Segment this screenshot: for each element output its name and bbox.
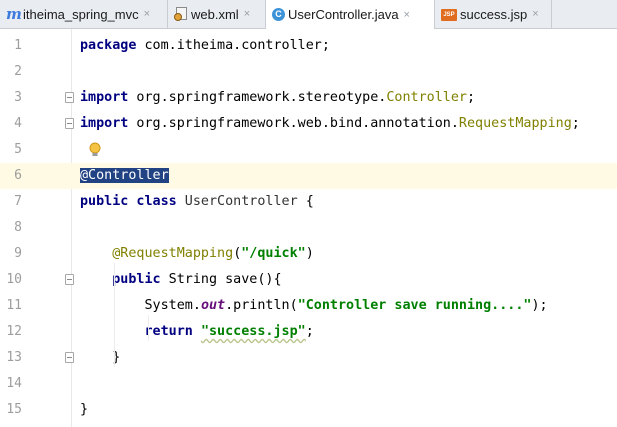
module-icon: m (6, 5, 22, 23)
code-line[interactable]: 11 System.out.println("Controller save r… (0, 293, 617, 319)
code-token: import (80, 90, 129, 105)
close-icon[interactable]: × (144, 8, 150, 20)
code-line[interactable]: 4 import org.springframework.web.bind.ann… (0, 111, 617, 137)
code-token: ) (305, 246, 314, 261)
intention-bulb-icon[interactable] (88, 140, 102, 160)
code-token: { (305, 194, 314, 209)
code-token: import (80, 116, 129, 131)
code-token: String save(){ (160, 272, 282, 287)
tab-web-xml[interactable]: web.xml × (168, 0, 266, 28)
fold-marker-icon[interactable] (65, 274, 74, 285)
close-icon[interactable]: × (404, 9, 410, 21)
code-token: public (112, 272, 161, 287)
code-line[interactable]: 10 public String save(){ (0, 267, 617, 293)
line-number: 3 (14, 90, 22, 105)
code-token: org.springframework.stereotype. (128, 90, 387, 105)
line-number: 13 (6, 350, 22, 365)
line-number: 15 (6, 402, 22, 417)
code-text: } (80, 397, 88, 423)
code-text: @Controller (80, 163, 169, 189)
code-line[interactable]: 8 (0, 215, 617, 241)
code-line[interactable]: 14 (0, 371, 617, 397)
code-text: @RequestMapping("/quick") (80, 241, 314, 267)
code-token: "/quick" (241, 246, 306, 261)
code-token: org.springframework.web.bind.annotation. (128, 116, 459, 131)
selected-token: @Controller (80, 168, 169, 183)
line-number: 4 (14, 116, 22, 131)
line-number: 5 (14, 142, 22, 157)
code-token: Controller (386, 90, 467, 105)
close-icon[interactable]: × (244, 8, 250, 20)
tab-success-jsp[interactable]: JSP success.jsp × (435, 0, 552, 28)
code-token: out (200, 298, 226, 313)
line-number: 9 (14, 246, 22, 261)
code-text: import org.springframework.web.bind.anno… (80, 111, 580, 137)
code-token: ; (466, 90, 476, 105)
code-token: ; (571, 116, 580, 131)
java-class-icon: C (272, 8, 285, 21)
line-number: 6 (14, 168, 22, 183)
line-number: 12 (6, 324, 22, 339)
line-number: 10 (6, 272, 22, 287)
code-token: package (80, 38, 137, 53)
close-icon[interactable]: × (532, 8, 538, 20)
code-token: ); (531, 298, 548, 313)
line-number: 14 (6, 376, 22, 391)
line-number: 11 (6, 298, 22, 313)
code-token: ; (305, 324, 314, 339)
indent-guide (148, 315, 149, 341)
code-token: System. (80, 298, 201, 313)
tab-usercontroller-java[interactable]: C UserController.java × (266, 0, 435, 29)
code-line[interactable]: 15} (0, 397, 617, 423)
code-token: } (80, 402, 89, 417)
code-token: RequestMapping (458, 116, 572, 131)
code-token: .println( (225, 298, 298, 313)
code-token: "success.jsp" (200, 324, 306, 339)
line-number: 8 (14, 220, 22, 235)
jsp-file-icon: JSP (441, 9, 457, 21)
tab-label: success.jsp (460, 6, 528, 22)
tab-label: web.xml (191, 6, 239, 22)
code-line[interactable]: 1 package com.itheima.controller; (0, 33, 617, 59)
xml-file-icon (174, 7, 188, 21)
code-text: public String save(){ (80, 267, 282, 293)
code-line[interactable]: 5 (0, 137, 617, 163)
code-line[interactable]: 3 import org.springframework.stereotype.C… (0, 85, 617, 111)
code-line[interactable]: 13 } (0, 345, 617, 371)
tab-label: itheima_spring_mvc (23, 6, 139, 22)
code-text: import org.springframework.stereotype.Co… (80, 85, 475, 111)
code-line[interactable]: 7 public class UserController { (0, 189, 617, 215)
code-line[interactable]: 9 @RequestMapping("/quick") (0, 241, 617, 267)
code-text: public class UserController { (80, 189, 314, 215)
code-token: "Controller save running...." (297, 298, 532, 313)
line-number: 7 (14, 194, 22, 209)
fold-marker-icon[interactable] (65, 92, 74, 103)
code-text: return "success.jsp"; (80, 319, 314, 345)
tab-label: UserController.java (288, 7, 399, 22)
code-token: public class (80, 194, 177, 209)
code-line[interactable]: 12 return "success.jsp"; (0, 319, 617, 345)
fold-marker-icon[interactable] (65, 352, 74, 363)
line-number: 1 (14, 38, 22, 53)
editor-tab-bar: m itheima_spring_mvc × web.xml × C UserC… (0, 0, 617, 29)
code-text: System.out.println("Controller save runn… (80, 293, 548, 319)
code-token: com.itheima.controller; (136, 38, 330, 53)
code-token: return (144, 324, 193, 339)
code-token: @RequestMapping (80, 246, 234, 261)
code-line[interactable]: 6 @Controller (0, 163, 617, 189)
code-token: UserController (176, 194, 306, 209)
line-number: 2 (14, 64, 22, 79)
indent-guide (114, 263, 115, 367)
fold-marker-icon[interactable] (65, 118, 74, 129)
code-line[interactable]: 2 (0, 59, 617, 85)
code-text: package com.itheima.controller; (80, 33, 330, 59)
tab-itheima-spring-mvc[interactable]: m itheima_spring_mvc × (0, 0, 168, 28)
